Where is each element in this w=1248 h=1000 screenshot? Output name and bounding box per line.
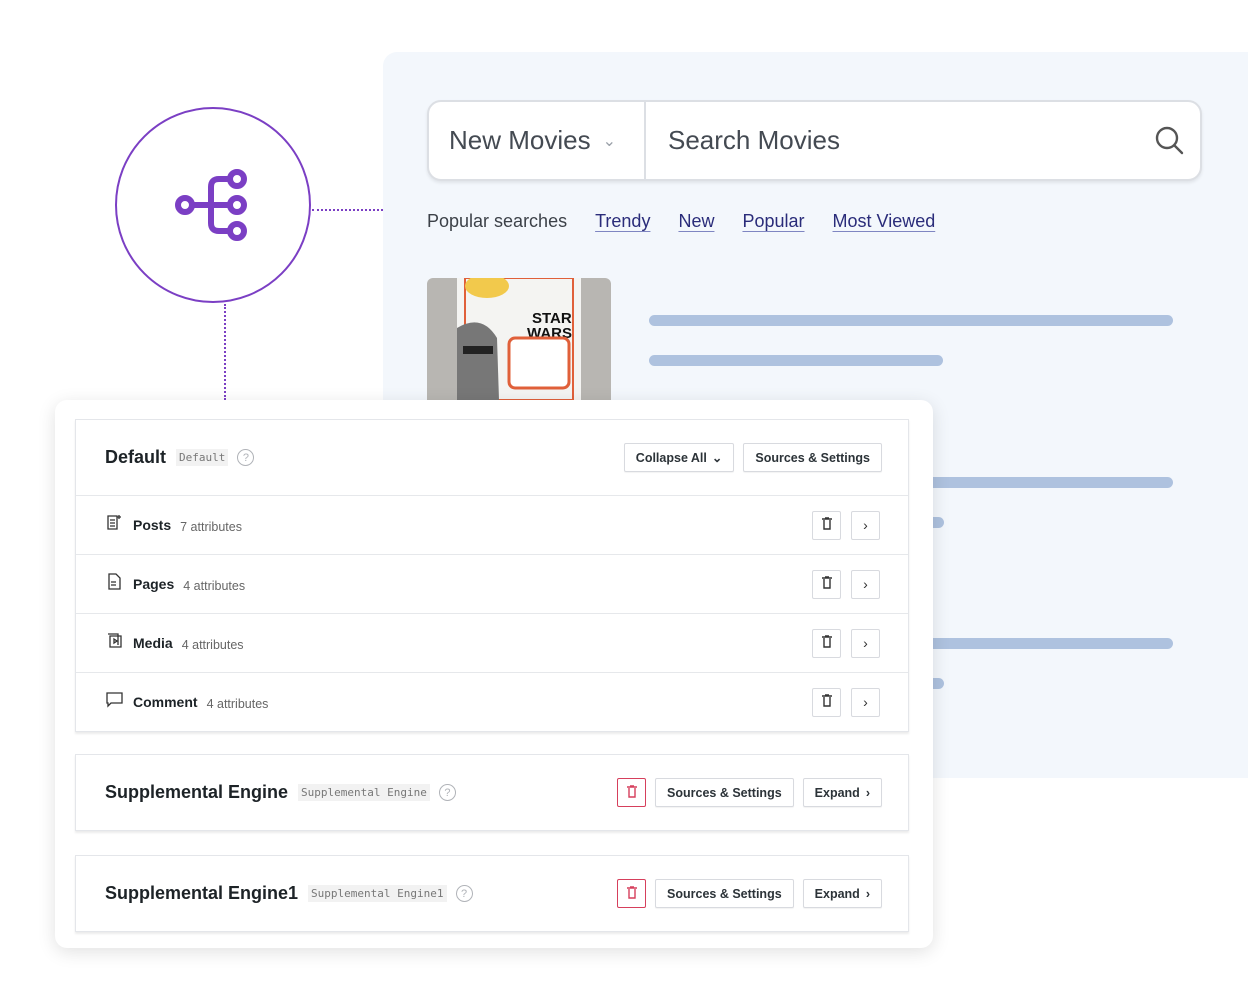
search-input[interactable]: Search Movies [646,125,1140,156]
row-name: Posts [133,517,172,533]
chevron-right-icon: › [863,635,868,651]
popular-searches-label: Popular searches [427,211,568,231]
row-attributes: 4 attributes [183,578,246,593]
trash-icon [821,576,832,592]
help-icon[interactable]: ? [455,885,473,902]
expand-button[interactable]: Expand › [802,879,882,908]
help-icon[interactable]: ? [237,449,255,466]
row-attributes: 4 attributes [181,637,244,652]
popular-searches: Popular searches Trendy New Popular Most… [427,211,935,232]
sources-settings-button[interactable]: Sources & Settings [655,778,794,807]
skeleton-line [900,638,1173,649]
engine-title: Default [105,447,167,467]
trash-icon [626,885,637,902]
delete-button[interactable] [812,569,841,599]
collection-select[interactable]: New Movies ⌄ [429,102,646,179]
skeleton-line [649,355,943,366]
skeleton-line [900,477,1173,488]
collapse-all-button[interactable]: Collapse All ⌄ [623,443,735,472]
engines-panel: Default Default ? Collapse All ⌄ Sources … [55,400,933,948]
expand-label: Expand [814,785,860,800]
chevron-right-icon: › [863,517,868,533]
chevron-down-icon: ⌄ [602,132,616,150]
row-name: Comment [133,694,198,710]
engine-slug: Default [176,449,229,466]
hierarchy-icon [175,169,247,241]
delete-button[interactable] [812,510,841,540]
delete-engine-button[interactable] [617,778,647,807]
collapse-all-label: Collapse All [635,450,707,465]
popular-link-trendy[interactable]: Trendy [595,211,650,232]
expand-row-button[interactable]: › [851,687,880,717]
help-icon[interactable]: ? [438,784,456,801]
engine-slug: Supplemental Engine1 [308,885,447,902]
engine-slug: Supplemental Engine [298,784,430,801]
chevron-right-icon: › [863,576,868,592]
search-bar: New Movies ⌄ Search Movies [427,100,1202,181]
search-icon[interactable] [1140,126,1200,156]
delete-button[interactable] [812,628,841,658]
row-name: Pages [133,576,175,592]
popular-link-new[interactable]: New [678,211,714,232]
delete-engine-button[interactable] [617,879,647,908]
expand-row-button[interactable]: › [851,628,880,658]
sources-settings-button[interactable]: Sources & Settings [655,879,794,908]
sources-settings-button[interactable]: Sources & Settings [743,443,882,472]
connector-line [224,304,226,400]
chevron-down-icon: ⌄ [711,451,723,465]
post-icon [106,514,123,536]
collection-label: New Movies [449,125,591,155]
content-type-row: Pages 4 attributes › [76,554,908,613]
comment-icon [106,691,123,713]
content-type-row: Comment 4 attributes › [76,672,908,731]
chevron-right-icon: › [865,785,870,800]
trash-icon [821,694,832,710]
expand-button[interactable]: Expand › [802,778,882,807]
trash-icon [821,635,832,651]
skeleton-line [649,315,1173,326]
engine-card: Supplemental Engine1 Supplemental Engine… [75,855,909,932]
content-type-row: Media 4 attributes › [76,613,908,672]
media-icon [106,632,123,654]
engine-title: Supplemental Engine1 [105,883,299,903]
engine-card-default: Default Default ? Collapse All ⌄ Sources … [75,419,909,732]
trash-icon [626,784,637,801]
chevron-right-icon: › [863,694,868,710]
row-name: Media [133,635,173,651]
row-attributes: 7 attributes [180,519,242,534]
hierarchy-badge [115,107,311,303]
trash-icon [821,517,832,533]
expand-label: Expand [814,886,860,901]
content-type-row: Posts 7 attributes › [76,495,908,554]
popular-link-popular[interactable]: Popular [742,211,804,232]
connector-line [312,209,383,211]
expand-row-button[interactable]: › [851,510,880,540]
page-icon [106,573,123,595]
engine-card: Supplemental Engine Supplemental Engine … [75,754,909,831]
chevron-right-icon: › [865,886,870,901]
row-attributes: 4 attributes [206,696,269,711]
product-image: STAR WARS [427,278,611,400]
expand-row-button[interactable]: › [851,569,880,599]
engine-title: Supplemental Engine [105,782,289,802]
popular-link-most-viewed[interactable]: Most Viewed [833,211,936,232]
delete-button[interactable] [812,687,841,717]
